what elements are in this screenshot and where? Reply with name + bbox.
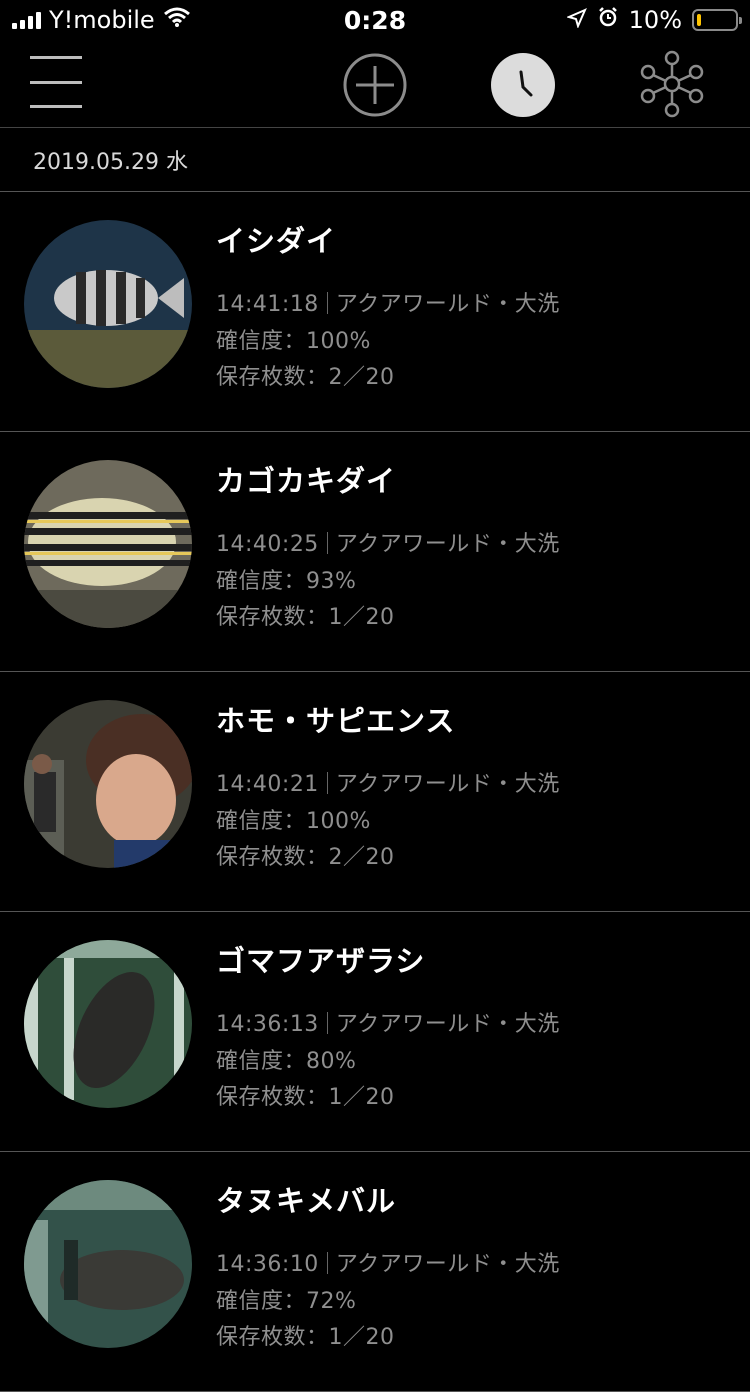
- time-location: 14:40:25 アクアワールド・大洗: [216, 526, 560, 558]
- species-photo: [24, 220, 192, 388]
- saved-count-label: 保存枚数：2／20: [216, 845, 395, 870]
- time-location: 14:36:13 アクアワールド・大洗: [216, 1006, 560, 1038]
- add-button[interactable]: [342, 52, 408, 118]
- history-button[interactable]: [490, 52, 556, 118]
- saved-count-label: 保存枚数：1／20: [216, 1325, 395, 1350]
- time-label: 14:41:18: [216, 292, 319, 317]
- network-tree-icon: [640, 50, 704, 118]
- time-label: 14:36:10: [216, 1252, 319, 1277]
- species-list: イシダイ 14:41:18 アクアワールド・大洗 確信度：100% 保存枚数：2／…: [0, 192, 750, 1392]
- confidence-label: 確信度：100%: [216, 809, 371, 834]
- saved-count-label: 保存枚数：2／20: [216, 365, 395, 390]
- time-label: 14:40:21: [216, 772, 319, 797]
- battery-icon: [692, 9, 742, 31]
- confidence-label: 確信度：100%: [216, 329, 371, 354]
- list-item[interactable]: カゴカキダイ 14:40:25 アクアワールド・大洗 確信度：93% 保存枚数：1…: [0, 432, 750, 672]
- add-circle-icon: [343, 53, 407, 117]
- battery-percent: 10%: [628, 6, 682, 34]
- list-item[interactable]: ホモ・サピエンス 14:40:21 アクアワールド・大洗 確信度：100% 保存枚…: [0, 672, 750, 912]
- saved-count-label: 保存枚数：1／20: [216, 1085, 395, 1110]
- confidence-label: 確信度：80%: [216, 1049, 357, 1074]
- confidence-label: 確信度：72%: [216, 1289, 357, 1314]
- species-photo: [24, 1180, 192, 1348]
- confidence-label: 確信度：93%: [216, 569, 357, 594]
- status-bar: Y!mobile 0:28 10%: [0, 0, 750, 42]
- time-location: 14:36:10 アクアワールド・大洗: [216, 1246, 560, 1278]
- species-name: ゴマフアザラシ: [216, 944, 426, 978]
- list-item[interactable]: タヌキメバル 14:36:10 アクアワールド・大洗 確信度：72% 保存枚数：1…: [0, 1152, 750, 1392]
- time-label: 14:36:13: [216, 1012, 319, 1037]
- species-photo: [24, 700, 192, 868]
- list-item[interactable]: ゴマフアザラシ 14:36:13 アクアワールド・大洗 確信度：80% 保存枚数：…: [0, 912, 750, 1152]
- location-label: アクアワールド・大洗: [335, 1252, 560, 1277]
- species-name: カゴカキダイ: [216, 464, 397, 498]
- menu-icon: [30, 56, 82, 59]
- clock-icon: [491, 53, 555, 117]
- location-label: アクアワールド・大洗: [335, 292, 560, 317]
- species-name: ホモ・サピエンス: [216, 704, 456, 738]
- alarm-icon: [597, 6, 619, 34]
- species-photo: [24, 940, 192, 1108]
- location-arrow-icon: [565, 6, 587, 34]
- species-name: イシダイ: [216, 224, 337, 258]
- location-label: アクアワールド・大洗: [335, 532, 560, 557]
- date-header: 2019.05.29 水: [0, 128, 750, 192]
- menu-button[interactable]: [28, 56, 84, 108]
- saved-count-label: 保存枚数：1／20: [216, 605, 395, 630]
- status-right: 10%: [565, 6, 742, 34]
- location-label: アクアワールド・大洗: [335, 1012, 560, 1037]
- species-name: タヌキメバル: [216, 1184, 397, 1218]
- time-location: 14:41:18 アクアワールド・大洗: [216, 286, 560, 318]
- species-photo: [24, 460, 192, 628]
- time-label: 14:40:25: [216, 532, 319, 557]
- list-item[interactable]: イシダイ 14:41:18 アクアワールド・大洗 確信度：100% 保存枚数：2／…: [0, 192, 750, 432]
- network-tree-button[interactable]: [636, 48, 708, 120]
- time-location: 14:40:21 アクアワールド・大洗: [216, 766, 560, 798]
- location-label: アクアワールド・大洗: [335, 772, 560, 797]
- top-nav: [0, 42, 750, 128]
